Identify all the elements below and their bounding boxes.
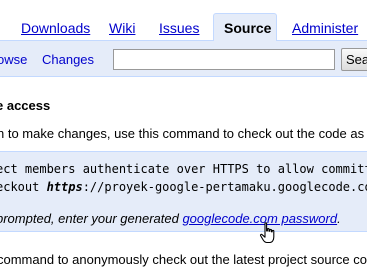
tab-wiki[interactable]: Wiki bbox=[109, 20, 135, 36]
changes-link[interactable]: Changes bbox=[42, 52, 94, 67]
tab-administer[interactable]: Administer bbox=[292, 20, 358, 36]
search-input[interactable] bbox=[113, 49, 335, 70]
section-heading: e access bbox=[0, 98, 51, 113]
instruction-text: n to make changes, use this command to c… bbox=[0, 126, 365, 141]
tab-downloads[interactable]: Downloads bbox=[21, 20, 90, 36]
prompt-text: prompted, enter your generated bbox=[0, 211, 183, 226]
tab-source-label: Source bbox=[224, 20, 272, 36]
checkout-code-box: ect members authenticate over HTTPS to a… bbox=[0, 151, 367, 232]
source-subnav: owse Changes Sea bbox=[0, 41, 367, 77]
tab-issues[interactable]: Issues bbox=[159, 20, 199, 36]
password-prompt: prompted, enter your generated googlecod… bbox=[0, 211, 341, 226]
project-tabs: Downloads Wiki Issues Source Administer bbox=[0, 0, 367, 42]
hand-pointer-icon bbox=[259, 222, 275, 244]
search-button[interactable]: Sea bbox=[341, 48, 367, 71]
https-keyword: https bbox=[46, 180, 83, 194]
browse-link[interactable]: owse bbox=[0, 52, 27, 67]
command-prefix: eckout bbox=[0, 180, 47, 194]
code-command-line: eckout https://proyek-google-pertamaku.g… bbox=[0, 180, 367, 194]
anonymous-checkout-text: command to anonymously check out the lat… bbox=[0, 252, 367, 267]
repository-url: ://proyek-google-pertamaku.googlecode.co bbox=[82, 180, 367, 194]
code-comment-line: ect members authenticate over HTTPS to a… bbox=[0, 162, 367, 176]
prompt-period: . bbox=[337, 211, 341, 226]
tab-source[interactable]: Source bbox=[213, 13, 277, 42]
